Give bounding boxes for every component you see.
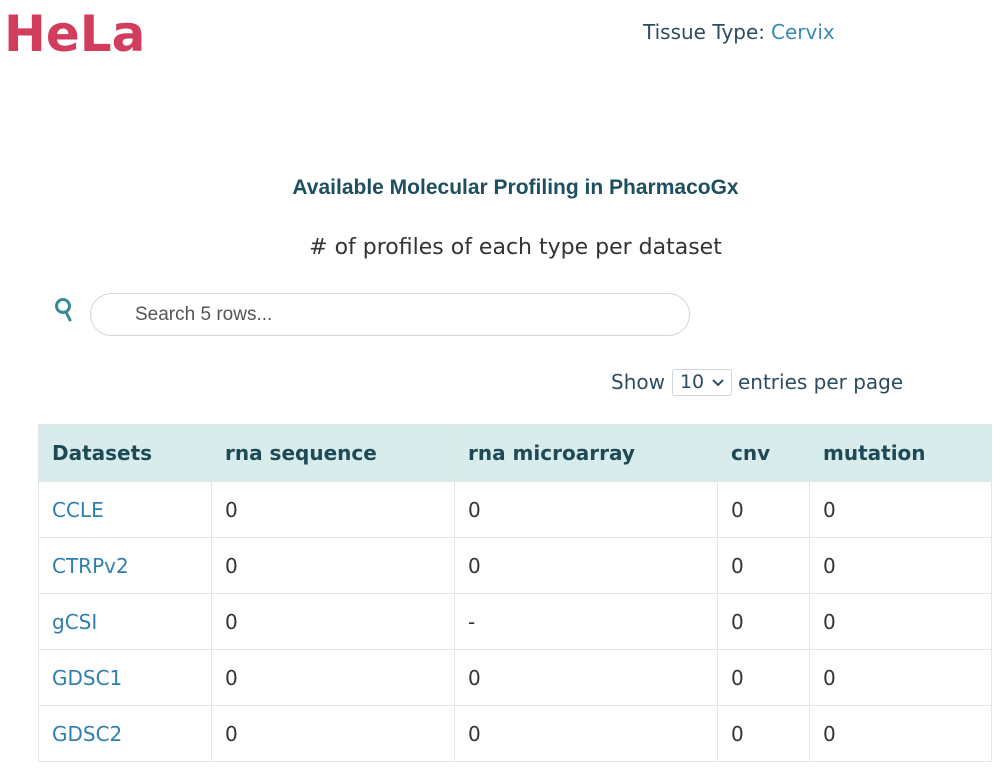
table-cell: 0 [211,481,455,538]
column-header-rna-microarray[interactable]: rna microarray [454,424,718,482]
page: HeLa Tissue Type: Cervix Available Molecu… [0,0,1002,782]
table-cell: 0 [454,537,718,594]
table-row: CTRPv2 0 0 0 0 [38,537,992,594]
entries-per-page: Show 10 entries per page [611,368,903,396]
table-cell: 0 [717,481,810,538]
entries-suffix-label: entries per page [737,370,904,394]
section-title: Available Molecular Profiling in Pharmac… [292,176,739,199]
table-cell: 0 [211,649,455,706]
table-header-row: Datasets rna sequence rna microarray cnv… [38,424,992,482]
dataset-link[interactable]: gCSI [38,593,212,650]
table-row: GDSC2 0 0 0 0 [38,705,992,762]
column-header-cnv[interactable]: cnv [717,424,810,482]
table-cell: 0 [454,649,718,706]
table-cell: 0 [717,537,810,594]
table-cell: 0 [809,593,992,650]
show-label: Show [611,370,665,394]
entries-select[interactable]: 10 [671,368,732,396]
table-cell: 0 [809,649,992,706]
section-subtitle: # of profiles of each type per dataset [309,235,722,260]
tissue-type: Tissue Type: Cervix [643,19,835,45]
dataset-link[interactable]: CCLE [38,481,212,538]
table-row: gCSI 0 - 0 0 [38,593,992,650]
table-cell: 0 [211,705,455,762]
table-cell: 0 [454,481,718,538]
table-row: CCLE 0 0 0 0 [38,481,992,538]
table-cell: 0 [717,705,810,762]
dataset-link[interactable]: CTRPv2 [38,537,212,594]
column-header-rna-sequence[interactable]: rna sequence [211,424,455,482]
column-header-datasets[interactable]: Datasets [38,424,212,482]
cell-line-title: HeLa [4,5,146,63]
table-cell: 0 [211,537,455,594]
table-cell: 0 [211,593,455,650]
search-icon [54,297,74,323]
table-cell: - [454,593,718,650]
entries-select-value: 10 [679,371,705,393]
tissue-type-label: Tissue Type: [643,20,766,44]
table-cell: 0 [809,537,992,594]
table-cell: 0 [809,705,992,762]
table-cell: 0 [454,705,718,762]
chevron-down-icon [711,368,725,396]
table-row: GDSC1 0 0 0 0 [38,649,992,706]
tissue-type-link[interactable]: Cervix [771,20,835,44]
search-input[interactable] [135,294,675,335]
table-cell: 0 [717,649,810,706]
dataset-link[interactable]: GDSC2 [38,705,212,762]
column-header-mutation[interactable]: mutation [809,424,992,482]
dataset-link[interactable]: GDSC1 [38,649,212,706]
search-box[interactable] [90,293,690,336]
table-cell: 0 [809,481,992,538]
profiles-table: Datasets rna sequence rna microarray cnv… [38,424,992,762]
table-cell: 0 [717,593,810,650]
